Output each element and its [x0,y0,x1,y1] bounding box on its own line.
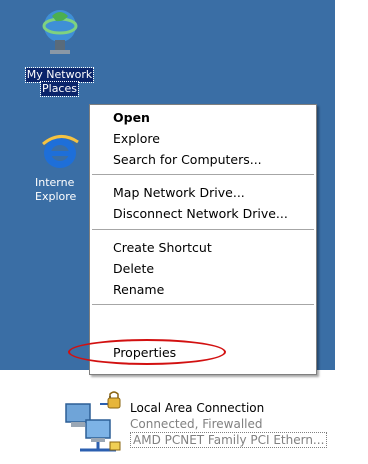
menu-item-search-for-computers[interactable]: Search for Computers... [113,150,262,170]
my-network-places-label-line2: Places [40,81,79,97]
internet-explorer-label-line1: Interne [35,176,75,189]
internet-explorer-icon [41,135,79,168]
internet-explorer-label-line2: Explore [35,190,77,203]
connection-adapter: AMD PCNET Family PCI Ethern... [130,432,328,448]
menu-item-disconnect-network-drive[interactable]: Disconnect Network Drive... [113,204,288,224]
menu-item-open[interactable]: Open [113,108,150,128]
menu-item-map-network-drive[interactable]: Map Network Drive... [113,183,245,203]
menu-item-rename[interactable]: Rename [113,280,164,300]
my-network-places-label-line1: My Network [24,67,95,83]
menu-item-explore[interactable]: Explore [113,129,160,149]
menu-separator [92,174,314,175]
connection-name: Local Area Connection [130,401,265,415]
menu-separator [92,229,314,230]
menu-separator [92,304,314,305]
context-menu: Open Explore Search for Computers... Map… [89,104,317,375]
menu-item-delete[interactable]: Delete [113,259,154,279]
properties-highlight-ellipse [68,339,226,365]
menu-item-create-shortcut[interactable]: Create Shortcut [113,238,212,258]
local-area-connection-item[interactable]: Local Area Connection Connected, Firewal… [130,400,328,448]
network-connection-locked-icon [65,391,121,452]
network-places-icon [42,10,77,54]
desktop-icon-my-network-places[interactable]: My Network Places [12,4,107,97]
connection-status: Connected, Firewalled [130,417,263,431]
